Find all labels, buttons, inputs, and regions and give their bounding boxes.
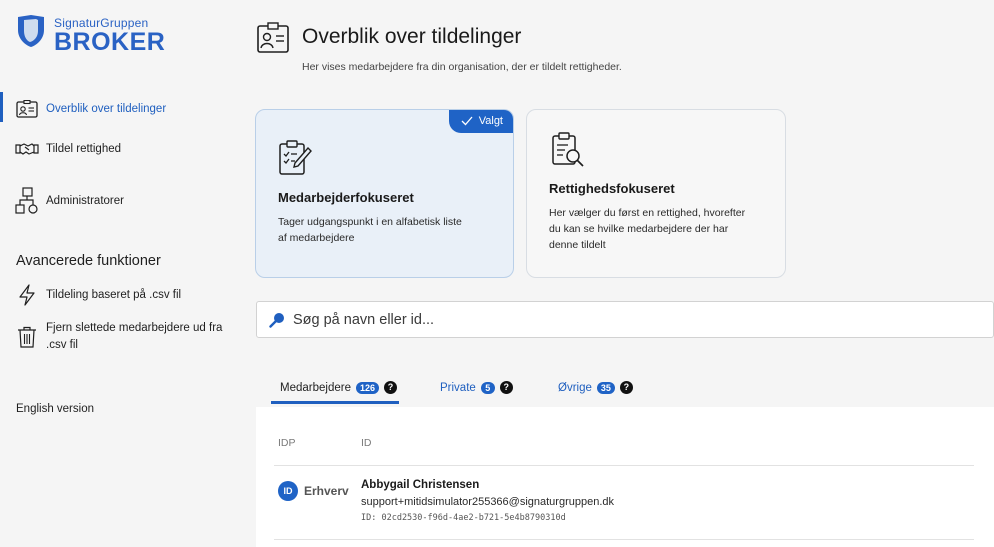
tab-medarbejdere[interactable]: Medarbejdere 126 ? [280, 381, 397, 394]
card-desc-line-2: af medarbejdere [278, 232, 355, 244]
sidebar-item-fjern-slettede[interactable]: Fjern slettede medarbejdere ud fra .csv … [0, 320, 222, 354]
brand-logo[interactable]: SignaturGruppen BROKER [16, 14, 166, 56]
count-badge: 126 [355, 381, 379, 394]
sidebar: SignaturGruppen BROKER Overblik over til… [0, 0, 240, 547]
sidebar-item-label: Tildeling baseret på .csv fil [46, 289, 182, 301]
sidebar-item-label: Fjern slettede medarbejdere ud fra .csv … [46, 320, 222, 354]
tab-oevrige[interactable]: Øvrige 35 ? [558, 381, 633, 394]
card-desc-line-3: denne tildelt [549, 239, 606, 251]
selected-label: Valgt [478, 115, 503, 127]
tab-label: Private [440, 381, 476, 394]
count-badge: 5 [480, 381, 495, 394]
check-icon [461, 116, 473, 126]
clipboard-search-icon [552, 132, 584, 167]
card-description: Tager udgangspunkt i en alfabetisk liste… [278, 214, 493, 246]
english-version-link[interactable]: English version [16, 403, 94, 415]
tab-label: Øvrige [558, 381, 592, 394]
card-rettighedsfokuseret[interactable]: Rettighedsfokuseret Her vælger du først … [526, 109, 786, 278]
sidebar-item-administratorer[interactable]: Administratorer [0, 186, 124, 216]
page-title: Overblik over tildelinger [302, 25, 522, 48]
assignments-table: IDP ID ID Erhverv Abbygail Christensen s… [256, 407, 994, 547]
brand-main-text: BROKER [54, 28, 166, 56]
help-icon[interactable]: ? [499, 381, 513, 394]
row-divider [274, 539, 974, 540]
advanced-functions-heading: Avancerede funktioner [16, 253, 161, 269]
app-root: SignaturGruppen BROKER Overblik over til… [0, 0, 994, 547]
tab-label: Medarbejdere [280, 381, 351, 394]
help-icon[interactable]: ? [384, 381, 397, 394]
card-desc-line-2: du kan se hvilke medarbejdere der har [549, 223, 729, 235]
sidebar-item-label: Overblik over tildelinger [46, 103, 167, 115]
card-medarbejderfokuseret[interactable]: Valgt Medarbejderfokuseret Tager udgangs… [255, 109, 514, 278]
handshake-icon [14, 138, 40, 160]
sidebar-item-label: Administratorer [46, 195, 124, 207]
selected-badge: Valgt [448, 110, 513, 133]
brand-text: SignaturGruppen BROKER [54, 14, 166, 56]
org-chart-icon [14, 186, 40, 216]
idp-label: Erhverv [304, 484, 349, 498]
idp-avatar: ID [278, 481, 298, 501]
search-input[interactable] [293, 311, 893, 328]
lightning-icon [14, 284, 40, 306]
employee-id: ID: 02cd2530-f96d-4ae2-b721-5e4b8790310d [361, 513, 566, 523]
shield-logo-icon [18, 15, 44, 47]
sidebar-item-overblik[interactable]: Overblik over tildelinger [0, 92, 167, 122]
sidebar-item-tildel[interactable]: Tildel rettighed [0, 138, 121, 160]
page-subtitle: Her vises medarbejdere fra din organisat… [302, 61, 622, 73]
label-line-2: .csv fil [46, 339, 78, 351]
column-header-idp[interactable]: IDP [278, 437, 296, 449]
help-icon[interactable]: ? [619, 381, 633, 394]
tab-private[interactable]: Private 5 ? [440, 381, 513, 394]
active-tab-indicator [271, 401, 399, 404]
card-title: Rettighedsfokuseret [549, 181, 675, 196]
employee-name: Abbygail Christensen [361, 479, 480, 491]
trash-icon [14, 326, 40, 348]
search-icon [269, 312, 284, 328]
card-description: Her vælger du først en rettighed, hvoref… [549, 205, 764, 253]
employee-email: support+mitidsimulator255366@signaturgru… [361, 496, 615, 508]
idp-chip: ID Erhverv [278, 481, 349, 501]
id-card-icon [257, 22, 289, 53]
table-row[interactable]: ID Erhverv Abbygail Christensen support+… [256, 466, 994, 541]
main-content: Overblik over tildelinger Her vises meda… [240, 0, 994, 547]
card-desc-line-1: Her vælger du først en rettighed, hvoref… [549, 207, 746, 219]
id-card-icon [14, 98, 40, 120]
label-line-1: Fjern slettede medarbejdere ud fra [46, 322, 223, 334]
column-header-id[interactable]: ID [361, 437, 372, 449]
sidebar-item-csv-tildeling[interactable]: Tildeling baseret på .csv fil [0, 284, 181, 306]
card-title: Medarbejderfokuseret [278, 190, 414, 205]
count-badge: 35 [596, 381, 615, 394]
search-bar [256, 301, 994, 338]
card-desc-line-1: Tager udgangspunkt i en alfabetisk liste [278, 216, 462, 228]
sidebar-item-label: Tildel rettighed [46, 143, 122, 155]
clipboard-edit-icon [279, 140, 312, 175]
